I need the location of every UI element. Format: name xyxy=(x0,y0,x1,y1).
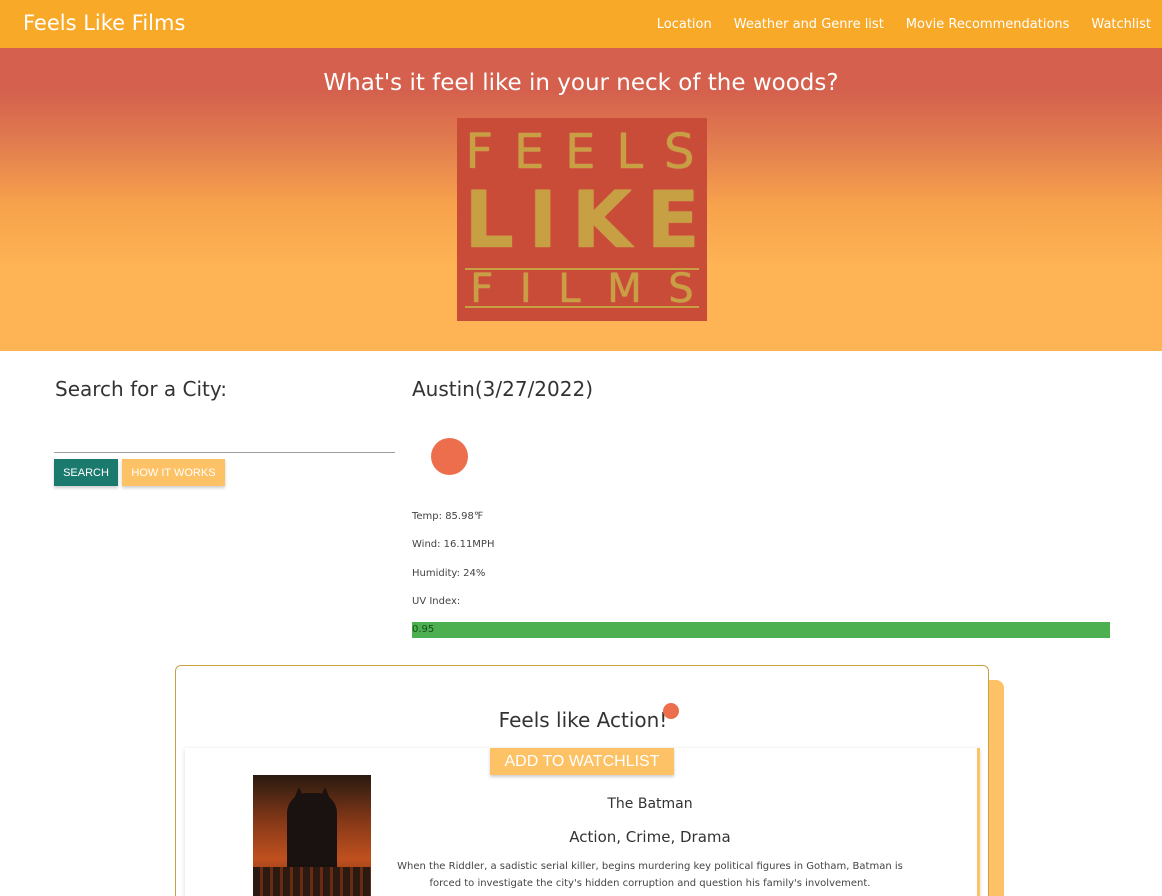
how-it-works-button[interactable]: HOW IT WORKS xyxy=(122,459,225,486)
city-search-input[interactable] xyxy=(54,425,395,453)
logo-line-1: FEELS xyxy=(465,124,699,180)
movie-description: When the Riddler, a sadistic serial kill… xyxy=(397,861,903,889)
nav-link-location[interactable]: Location xyxy=(657,17,712,32)
movie-genres: Action, Crime, Drama xyxy=(569,828,731,846)
hero-title: What's it feel like in your neck of the … xyxy=(323,70,839,96)
nav-link-weather-genre[interactable]: Weather and Genre list xyxy=(734,17,884,32)
genre-title: Feels like Action! xyxy=(498,708,668,732)
navbar: Feels Like Films Location Weather and Ge… xyxy=(0,0,1162,48)
uv-index-label: UV Index: xyxy=(412,596,461,607)
logo-line-2: LIKE xyxy=(464,176,700,266)
weather-icon xyxy=(431,438,468,475)
nav-link-watchlist[interactable]: Watchlist xyxy=(1091,17,1151,32)
feels-like-films-logo: FEELS LIKE FILMS xyxy=(457,118,707,321)
search-button[interactable]: SEARCH xyxy=(54,459,118,486)
temp-stat: Temp: 85.98℉ xyxy=(412,511,484,522)
movie-poster xyxy=(253,775,371,896)
hero-banner: What's it feel like in your neck of the … xyxy=(0,48,1162,351)
city-date-title: Austin(3/27/2022) xyxy=(412,377,594,401)
movie-card: ADD TO WATCHLIST The Batman Action, Crim… xyxy=(185,748,980,896)
nav-link-movie-recommendations[interactable]: Movie Recommendations xyxy=(906,17,1070,32)
wind-stat: Wind: 16.11MPH xyxy=(412,539,495,550)
humidity-stat: Humidity: 24% xyxy=(412,568,486,579)
search-heading: Search for a City: xyxy=(55,377,228,401)
logo-rule xyxy=(465,306,699,308)
poster-art xyxy=(253,867,371,896)
genre-icon xyxy=(663,703,679,719)
recommendation-card: Feels like Action! ADD TO WATCHLIST The … xyxy=(175,665,989,896)
add-to-watchlist-button[interactable]: ADD TO WATCHLIST xyxy=(490,748,674,775)
uv-index-bar: 0.95 xyxy=(412,622,1110,638)
movie-title: The Batman xyxy=(607,796,693,812)
brand-link[interactable]: Feels Like Films xyxy=(23,11,185,35)
uv-index-value: 0.95 xyxy=(412,624,435,635)
nav-links: Location Weather and Genre list Movie Re… xyxy=(657,0,1162,48)
poster-art xyxy=(287,793,337,873)
